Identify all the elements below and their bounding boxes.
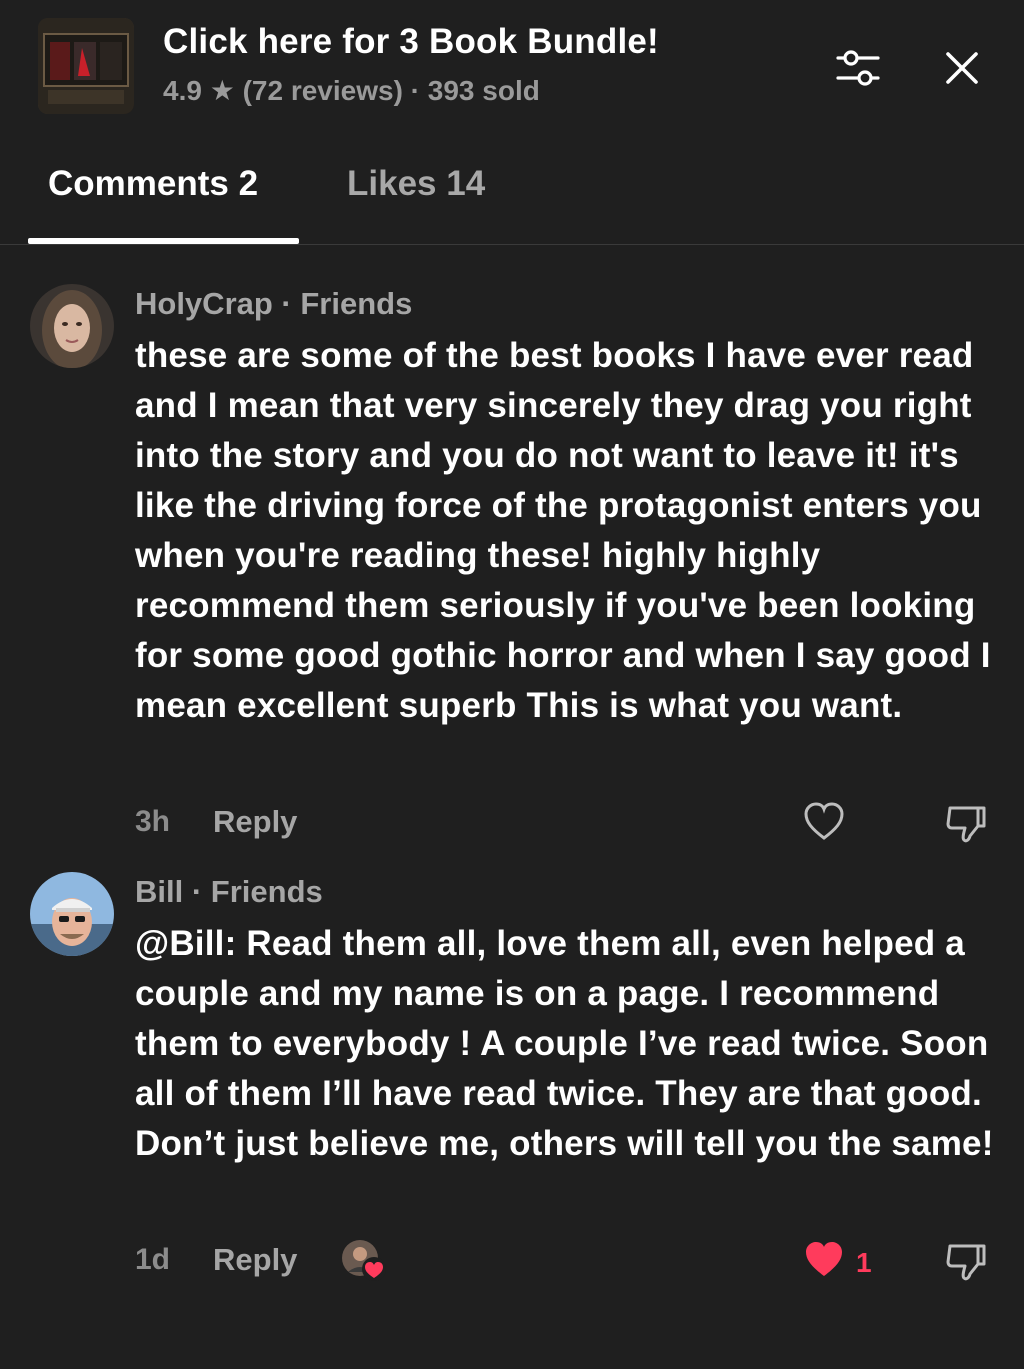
- dislike-button[interactable]: [944, 1238, 990, 1289]
- tab-comments[interactable]: Comments 2: [48, 164, 258, 204]
- reply-button[interactable]: Reply: [213, 1242, 297, 1278]
- thumbs-down-icon: [944, 1238, 990, 1289]
- comment-author[interactable]: Bill · Friends: [135, 874, 323, 910]
- thumbs-down-icon: [944, 800, 990, 851]
- avatar[interactable]: [30, 872, 114, 956]
- comment-time: 1d: [135, 1243, 171, 1276]
- active-tab-indicator: [28, 238, 299, 244]
- like-button[interactable]: 1: [802, 1238, 872, 1287]
- reply-button[interactable]: Reply: [213, 804, 297, 840]
- comments-sheet: Click here for 3 Book Bundle! 4.9 ★ (72 …: [0, 0, 1024, 1369]
- heart-outline-icon: [802, 800, 846, 849]
- comment-author[interactable]: HolyCrap · Friends: [135, 286, 412, 322]
- tab-bar: Comments 2 Likes 14: [0, 140, 1024, 245]
- product-rating-sales: 4.9 ★ (72 reviews) · 393 sold: [163, 75, 540, 106]
- comment-text: @Bill: Read them all, love them all, eve…: [135, 924, 994, 1163]
- like-count: 1: [856, 1246, 872, 1278]
- comment-time: 3h: [135, 805, 171, 838]
- creator-liked-badge: [340, 1238, 388, 1284]
- comment-text: these are some of the best books I have …: [135, 336, 991, 725]
- sliders-icon[interactable]: [828, 38, 888, 98]
- heart-filled-icon: [802, 1238, 846, 1287]
- tab-likes[interactable]: Likes 14: [347, 164, 485, 204]
- dislike-button[interactable]: [944, 800, 990, 851]
- avatar[interactable]: [30, 284, 114, 368]
- like-button[interactable]: [802, 800, 846, 849]
- close-icon[interactable]: [932, 38, 992, 98]
- product-title[interactable]: Click here for 3 Book Bundle!: [163, 22, 659, 62]
- product-thumbnail[interactable]: [38, 18, 134, 114]
- product-header: Click here for 3 Book Bundle! 4.9 ★ (72 …: [0, 0, 1024, 140]
